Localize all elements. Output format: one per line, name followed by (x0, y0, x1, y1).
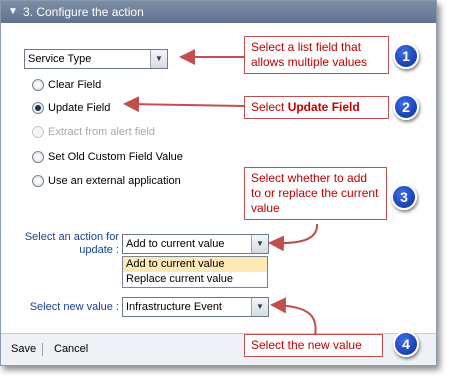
step-badge-4: 4 (393, 331, 419, 357)
new-value-value: Infrastructure Event (126, 301, 222, 313)
save-button[interactable]: Save (11, 334, 36, 365)
dropdown-option-add[interactable]: Add to current value (123, 257, 267, 272)
dropdown-arrow-icon[interactable]: ▼ (251, 298, 268, 316)
radio-label: Clear Field (48, 79, 102, 91)
callout-select-update-field: Select Update Field (244, 96, 389, 119)
radio-button-icon[interactable] (32, 151, 44, 163)
list-field-value: Service Type (28, 53, 92, 65)
step-badge-2: 2 (393, 94, 419, 120)
callout-text: Select (251, 100, 288, 114)
radio-button-selected-icon[interactable] (32, 102, 44, 114)
panel-title: 3. Configure the action (23, 5, 144, 19)
panel-titlebar[interactable]: ▼ 3. Configure the action (1, 1, 436, 23)
dropdown-arrow-icon[interactable]: ▼ (150, 50, 167, 68)
dropdown-arrow-icon[interactable]: ▼ (251, 235, 268, 253)
list-field-select[interactable]: Service Type ▼ (24, 49, 168, 69)
step-badge-3: 3 (391, 184, 417, 210)
step-badge-1: 1 (393, 43, 419, 69)
radio-button-icon (32, 126, 44, 138)
footer-separator (42, 343, 43, 356)
callout-select-new-value: Select the new value (244, 334, 383, 357)
update-action-dropdown-list: Add to current value Replace current val… (122, 256, 268, 288)
radio-label: Use an external application (48, 175, 181, 187)
new-value-label: Select new value : (29, 301, 119, 313)
update-action-select[interactable]: Add to current value ▼ (122, 234, 269, 254)
collapse-chevron-icon[interactable]: ▼ (8, 1, 18, 23)
radio-button-icon[interactable] (32, 175, 44, 187)
update-action-value: Add to current value (126, 238, 225, 250)
callout-add-or-replace: Select whether to add to or replace the … (244, 167, 387, 220)
callout-bold-text: Update Field (287, 100, 360, 114)
radio-button-icon[interactable] (32, 79, 44, 91)
radio-label: Update Field (48, 102, 111, 114)
radio-label: Extract from alert field (48, 126, 155, 138)
dropdown-option-replace[interactable]: Replace current value (123, 272, 267, 287)
callout-select-list-field: Select a list field that allows multiple… (244, 36, 389, 74)
update-action-label: Select an action for update : (24, 231, 119, 256)
radio-label: Set Old Custom Field Value (48, 151, 183, 163)
new-value-select[interactable]: Infrastructure Event ▼ (122, 297, 269, 317)
cancel-button[interactable]: Cancel (54, 334, 88, 365)
